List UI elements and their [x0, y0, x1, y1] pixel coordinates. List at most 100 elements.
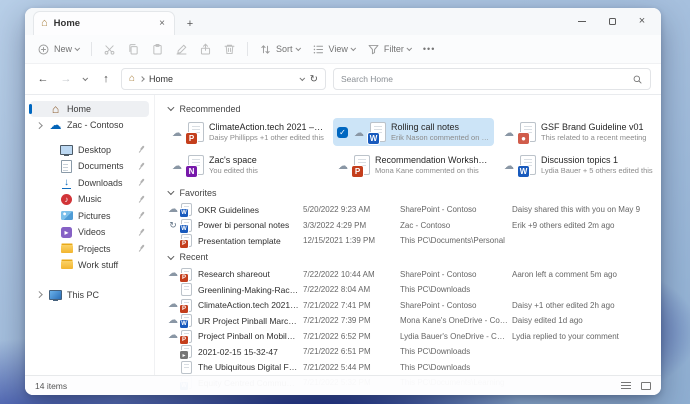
file-row[interactable]: W UR Project Pinball March Notes 7/21/20…: [167, 313, 655, 329]
checkbox-checked-icon[interactable]: [337, 127, 348, 138]
sidebar-item-label: Zac - Contoso: [67, 120, 149, 130]
sidebar-item[interactable]: Videos: [30, 225, 149, 241]
sidebar-item[interactable]: Desktop: [30, 142, 149, 158]
chevron-down-icon: [295, 45, 301, 51]
sidebar-item-label: Work stuff: [78, 260, 149, 270]
section-header-recent[interactable]: Recent: [169, 251, 655, 264]
close-button[interactable]: [627, 8, 657, 34]
file-row[interactable]: W Power bi personal notes 3/3/2022 4:29 …: [167, 218, 655, 234]
maximize-icon: [609, 18, 616, 25]
file-location: SharePoint - Contoso: [400, 270, 512, 279]
new-button[interactable]: New: [37, 43, 80, 56]
large-icons-view-icon[interactable]: [641, 382, 651, 390]
sort-button[interactable]: Sort: [259, 43, 301, 56]
sidebar-item-label: Music: [78, 194, 132, 204]
pin-icon: [135, 243, 147, 255]
refresh-icon[interactable]: [310, 74, 318, 85]
file-type-icon: P: [181, 234, 192, 247]
sidebar-item-label: Pictures: [78, 211, 132, 221]
recommended-card[interactable]: W Rolling call notes Erik Nason commente…: [333, 118, 494, 146]
recommended-card[interactable]: P ClimateAction.tech 2021 – year in... D…: [167, 118, 328, 146]
sidebar-item-label: Desktop: [78, 145, 132, 155]
pin-icon: [135, 160, 147, 172]
file-name: Greenlining-Making-Racial-Equity-Rea...: [198, 285, 303, 295]
view-button[interactable]: View: [312, 43, 356, 56]
sidebar-item[interactable]: Pictures: [30, 208, 149, 224]
breadcrumb[interactable]: Home: [121, 68, 326, 90]
file-date: 12/15/2021 1:39 PM: [303, 236, 400, 245]
sidebar-item-icon: [60, 242, 73, 255]
details-view-icon[interactable]: [621, 382, 631, 390]
section-header-favorites[interactable]: Favorites: [169, 186, 655, 199]
tab-close-icon[interactable]: [157, 19, 167, 29]
card-subtitle: Lydia Bauer + 5 others edited this: [541, 166, 656, 175]
file-row[interactable]: P Presentation template 12/15/2021 1:39 …: [167, 233, 655, 249]
file-type-icon: P: [354, 155, 370, 175]
sidebar-item-icon: [49, 288, 62, 301]
sidebar-item[interactable]: Home: [30, 101, 149, 117]
sidebar-item-label: This PC: [67, 290, 149, 300]
card-title: Discussion topics 1: [541, 155, 656, 165]
delete-button[interactable]: [223, 43, 236, 56]
sidebar-item[interactable]: This PC: [30, 287, 149, 303]
chevron-down-icon[interactable]: [299, 75, 305, 81]
sidebar-item[interactable]: Documents: [30, 159, 149, 175]
recommended-card[interactable]: W Discussion topics 1 Lydia Bauer + 5 ot…: [499, 151, 660, 179]
view-toggles: [621, 382, 651, 390]
cut-button[interactable]: [103, 43, 116, 56]
copy-button[interactable]: [127, 43, 140, 56]
sidebar-item[interactable]: Work stuff: [30, 258, 149, 274]
toolbar-divider: [91, 42, 92, 56]
more-options-button[interactable]: •••: [423, 44, 435, 54]
sidebar-item[interactable]: Projects: [30, 241, 149, 257]
sidebar-item[interactable]: Downloads: [30, 175, 149, 191]
file-location: This PC\Downloads: [400, 363, 512, 372]
file-date: 7/21/2022 7:41 PM: [303, 301, 400, 310]
sidebar-item[interactable]: Zac - Contoso: [30, 118, 149, 134]
pin-icon: [135, 210, 147, 222]
file-row[interactable]: P Research shareout 7/22/2022 10:44 AM S…: [167, 267, 655, 283]
file-type-icon: P: [181, 330, 192, 343]
chevron-expand-icon[interactable]: [35, 121, 44, 130]
maximize-button[interactable]: [597, 8, 627, 34]
section-label: Recent: [180, 252, 209, 262]
file-row[interactable]: Greenlining-Making-Racial-Equity-Rea... …: [167, 282, 655, 298]
recent-locations-button[interactable]: [81, 77, 91, 81]
paste-button[interactable]: [151, 43, 164, 56]
up-button[interactable]: [98, 73, 114, 85]
search-box[interactable]: [333, 68, 651, 90]
rename-button[interactable]: [175, 43, 188, 56]
file-type-badge: P: [180, 336, 188, 344]
forward-button[interactable]: [58, 73, 74, 85]
back-button[interactable]: [35, 73, 51, 85]
recommended-card[interactable]: P Recommendation Workshop Content Mona K…: [333, 151, 494, 179]
chevron-down-icon: [167, 105, 173, 111]
recommended-cards: P ClimateAction.tech 2021 – year in... D…: [167, 118, 655, 179]
sidebar-item[interactable]: Music: [30, 192, 149, 208]
file-row[interactable]: P Project Pinball on Mobile KickOff 7/21…: [167, 329, 655, 345]
file-row[interactable]: W OKR Guidelines 5/20/2022 9:23 AM Share…: [167, 202, 655, 218]
address-bar: Home: [25, 64, 661, 95]
section-header-recommended[interactable]: Recommended: [169, 102, 655, 115]
filter-button[interactable]: Filter: [367, 43, 412, 56]
sidebar-item-label: Videos: [78, 227, 132, 237]
share-button[interactable]: [199, 43, 212, 56]
file-type-badge: P: [180, 305, 188, 313]
chevron-expand-icon[interactable]: [35, 290, 44, 299]
file-type-icon: P: [181, 299, 192, 312]
file-row[interactable]: P ClimateAction.tech 2021 – year in revi…: [167, 298, 655, 314]
file-name: 2021-02-15 15-32-47: [198, 347, 303, 357]
file-date: 7/22/2022 8:04 AM: [303, 285, 400, 294]
file-row[interactable]: ▸ 2021-02-15 15-32-47 7/21/2022 6:51 PM …: [167, 344, 655, 360]
search-input[interactable]: [341, 74, 627, 84]
tab-home[interactable]: Home: [33, 11, 175, 35]
file-activity: Erik +9 others edited 2m ago: [512, 221, 651, 230]
minimize-button[interactable]: [567, 8, 597, 34]
recommended-card[interactable]: ● GSF Brand Guideline v01 This related t…: [499, 118, 660, 146]
sort-icon: [259, 43, 272, 56]
new-tab-button[interactable]: [179, 13, 201, 35]
breadcrumb-location: Home: [149, 74, 173, 84]
file-row[interactable]: The Ubiquitous Digital File A Review o..…: [167, 360, 655, 376]
cloud-status-icon: [503, 123, 515, 141]
recommended-card[interactable]: N Zac's space You edited this: [167, 151, 328, 179]
